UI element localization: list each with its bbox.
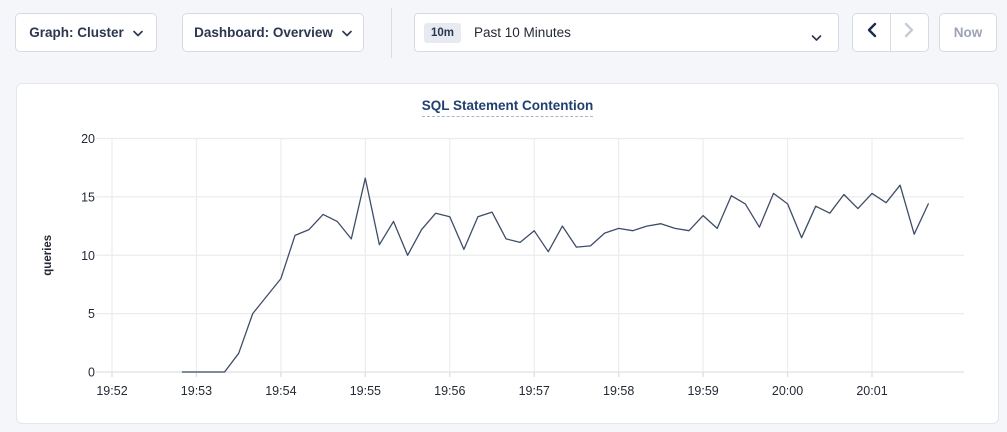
- chevron-down-icon: [811, 29, 822, 47]
- svg-text:19:57: 19:57: [519, 384, 550, 398]
- now-button-label: Now: [954, 25, 983, 40]
- svg-text:20:00: 20:00: [772, 384, 803, 398]
- svg-text:19:52: 19:52: [96, 384, 127, 398]
- chevron-down-icon: [342, 25, 352, 40]
- svg-text:5: 5: [88, 307, 95, 321]
- now-button[interactable]: Now: [939, 13, 997, 52]
- chevron-right-icon: [904, 22, 915, 43]
- toolbar-divider: [391, 8, 392, 58]
- svg-text:19:53: 19:53: [181, 384, 212, 398]
- svg-text:10: 10: [81, 249, 95, 263]
- chevron-down-icon: [133, 25, 143, 40]
- svg-text:20:01: 20:01: [856, 384, 887, 398]
- svg-text:15: 15: [81, 190, 95, 204]
- chart-card: SQL Statement Contention 0510152019:5219…: [16, 83, 999, 424]
- svg-text:19:54: 19:54: [265, 384, 296, 398]
- svg-text:queries: queries: [42, 235, 54, 276]
- metrics-page: { "toolbar": { "graph_label": "Graph: Cl…: [0, 0, 1007, 432]
- time-range-label: Past 10 Minutes: [474, 25, 571, 40]
- previous-time-window-button[interactable]: [853, 14, 891, 51]
- svg-text:19:56: 19:56: [434, 384, 465, 398]
- graph-selector-label: Graph: Cluster: [29, 25, 124, 40]
- dashboard-selector-label: Dashboard: Overview: [194, 25, 333, 40]
- dashboard-selector-dropdown[interactable]: Dashboard: Overview: [182, 13, 364, 52]
- time-range-badge: 10m: [424, 23, 461, 43]
- svg-text:19:59: 19:59: [687, 384, 718, 398]
- graph-selector-dropdown[interactable]: Graph: Cluster: [15, 13, 157, 52]
- svg-text:20: 20: [81, 132, 95, 146]
- svg-text:0: 0: [88, 366, 95, 380]
- time-window-arrows: [852, 13, 929, 52]
- chevron-left-icon: [866, 22, 877, 43]
- svg-text:19:58: 19:58: [603, 384, 634, 398]
- svg-text:19:55: 19:55: [350, 384, 381, 398]
- next-time-window-button-disabled[interactable]: [891, 14, 928, 51]
- sql-contention-line-chart[interactable]: 0 5 10 15 20 19:52 19:53 19:54 19:55 19:56 19:57 19…: [17, 84, 1000, 425]
- time-range-selector[interactable]: 10m Past 10 Minutes: [414, 13, 839, 52]
